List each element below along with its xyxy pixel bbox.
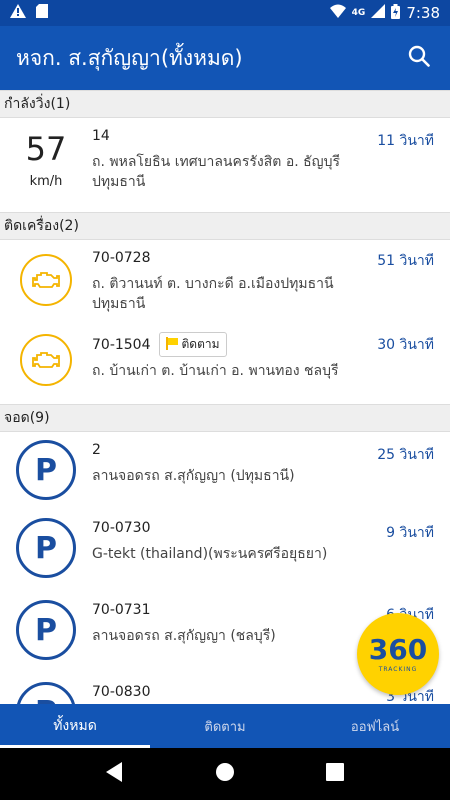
section-header-parked: จอด(9) [0, 404, 450, 432]
update-time: 11 วินาที [377, 133, 434, 149]
section-header-running: กำลังวิ่ง(1) [0, 90, 450, 118]
search-icon [408, 45, 430, 71]
parking-icon: P [16, 600, 76, 660]
parking-icon: P [16, 682, 76, 704]
update-time: 25 วินาที [377, 447, 434, 463]
tab-offline[interactable]: ออฟไลน์ [300, 704, 450, 748]
clock: 7:38 [406, 4, 440, 22]
engine-status-icon [20, 254, 72, 306]
search-button[interactable] [404, 43, 434, 73]
list-item[interactable]: P 70-0730 G-tekt (thailand)(พระนครศรีอยุ… [0, 510, 450, 592]
section-header-idling: ติดเครื่อง(2) [0, 212, 450, 240]
engine-status-icon [20, 334, 72, 386]
network-type: 4G [351, 8, 366, 18]
speed-unit: km/h [29, 174, 63, 189]
vehicle-address: ถ. พหลโยธิน เทศบาลนครรังสิต อ. ธัญบุรี ป… [92, 154, 341, 190]
wifi-icon [329, 4, 346, 22]
vehicle-address: ถ. ติวานนท์ ต. บางกะดี อ.เมืองปทุมธานี ป… [92, 276, 334, 312]
list-item[interactable]: 57 km/h 14 ถ. พหลโยธิน เทศบาลนครรังสิต อ… [0, 118, 450, 212]
speed-display: 57 km/h [26, 118, 67, 212]
warning-icon [10, 4, 26, 22]
flag-icon [165, 336, 178, 353]
logo-subtext: TRACKING [378, 665, 418, 673]
parking-icon: P [16, 518, 76, 578]
speed-value: 57 [25, 130, 67, 168]
logo-text: 360 [368, 632, 428, 666]
update-time: 30 วินาที [377, 337, 434, 353]
vehicle-list[interactable]: กำลังวิ่ง(1) 57 km/h 14 ถ. พหลโยธิน เทศบ… [0, 90, 450, 704]
vehicle-address: ถ. บ้านเก่า ต. บ้านเก่า อ. พานทอง ชลบุรี [92, 363, 339, 379]
vehicle-address: G-tekt (thailand)(พระนครศรีอยุธยา) [92, 546, 328, 562]
system-nav-bar [0, 748, 450, 800]
vehicle-plate: 70-1504 [92, 336, 151, 353]
follow-tag-label: ติดตาม [181, 337, 220, 351]
app-bar: หจก. ส.สุกัญญา(ทั้งหมด) [0, 26, 450, 90]
recents-button[interactable] [326, 763, 345, 785]
sd-card-icon [36, 4, 48, 22]
vehicle-address: ลานจอดรถ ส.สุกัญญา (ปทุมธานี) [92, 468, 295, 484]
battery-icon [391, 3, 401, 23]
parking-icon: P [16, 440, 76, 500]
status-bar: 4G 7:38 [0, 0, 450, 26]
update-time: 9 วินาที [386, 525, 434, 541]
list-item[interactable]: 70-1504 ติดตาม ถ. บ้านเก่า ต. บ้านเก่า อ… [0, 326, 450, 404]
tab-following[interactable]: ติดตาม [150, 704, 300, 748]
home-button[interactable] [215, 762, 235, 786]
back-button[interactable] [105, 762, 124, 786]
page-title: หจก. ส.สุกัญญา(ทั้งหมด) [16, 45, 243, 70]
list-item[interactable]: P 2 ลานจอดรถ ส.สุกัญญา (ปทุมธานี) 25 วิน… [0, 432, 450, 510]
tab-all[interactable]: ทั้งหมด [0, 704, 150, 748]
update-time: 51 วินาที [377, 253, 434, 269]
follow-tag[interactable]: ติดตาม [158, 332, 227, 357]
tracking-logo-button[interactable]: 360 TRACKING [357, 613, 439, 695]
list-item[interactable]: 70-0728 ถ. ติวานนท์ ต. บางกะดี อ.เมืองปท… [0, 240, 450, 326]
signal-icon [371, 4, 386, 22]
bottom-tab-bar: ทั้งหมด ติดตาม ออฟไลน์ [0, 704, 450, 748]
